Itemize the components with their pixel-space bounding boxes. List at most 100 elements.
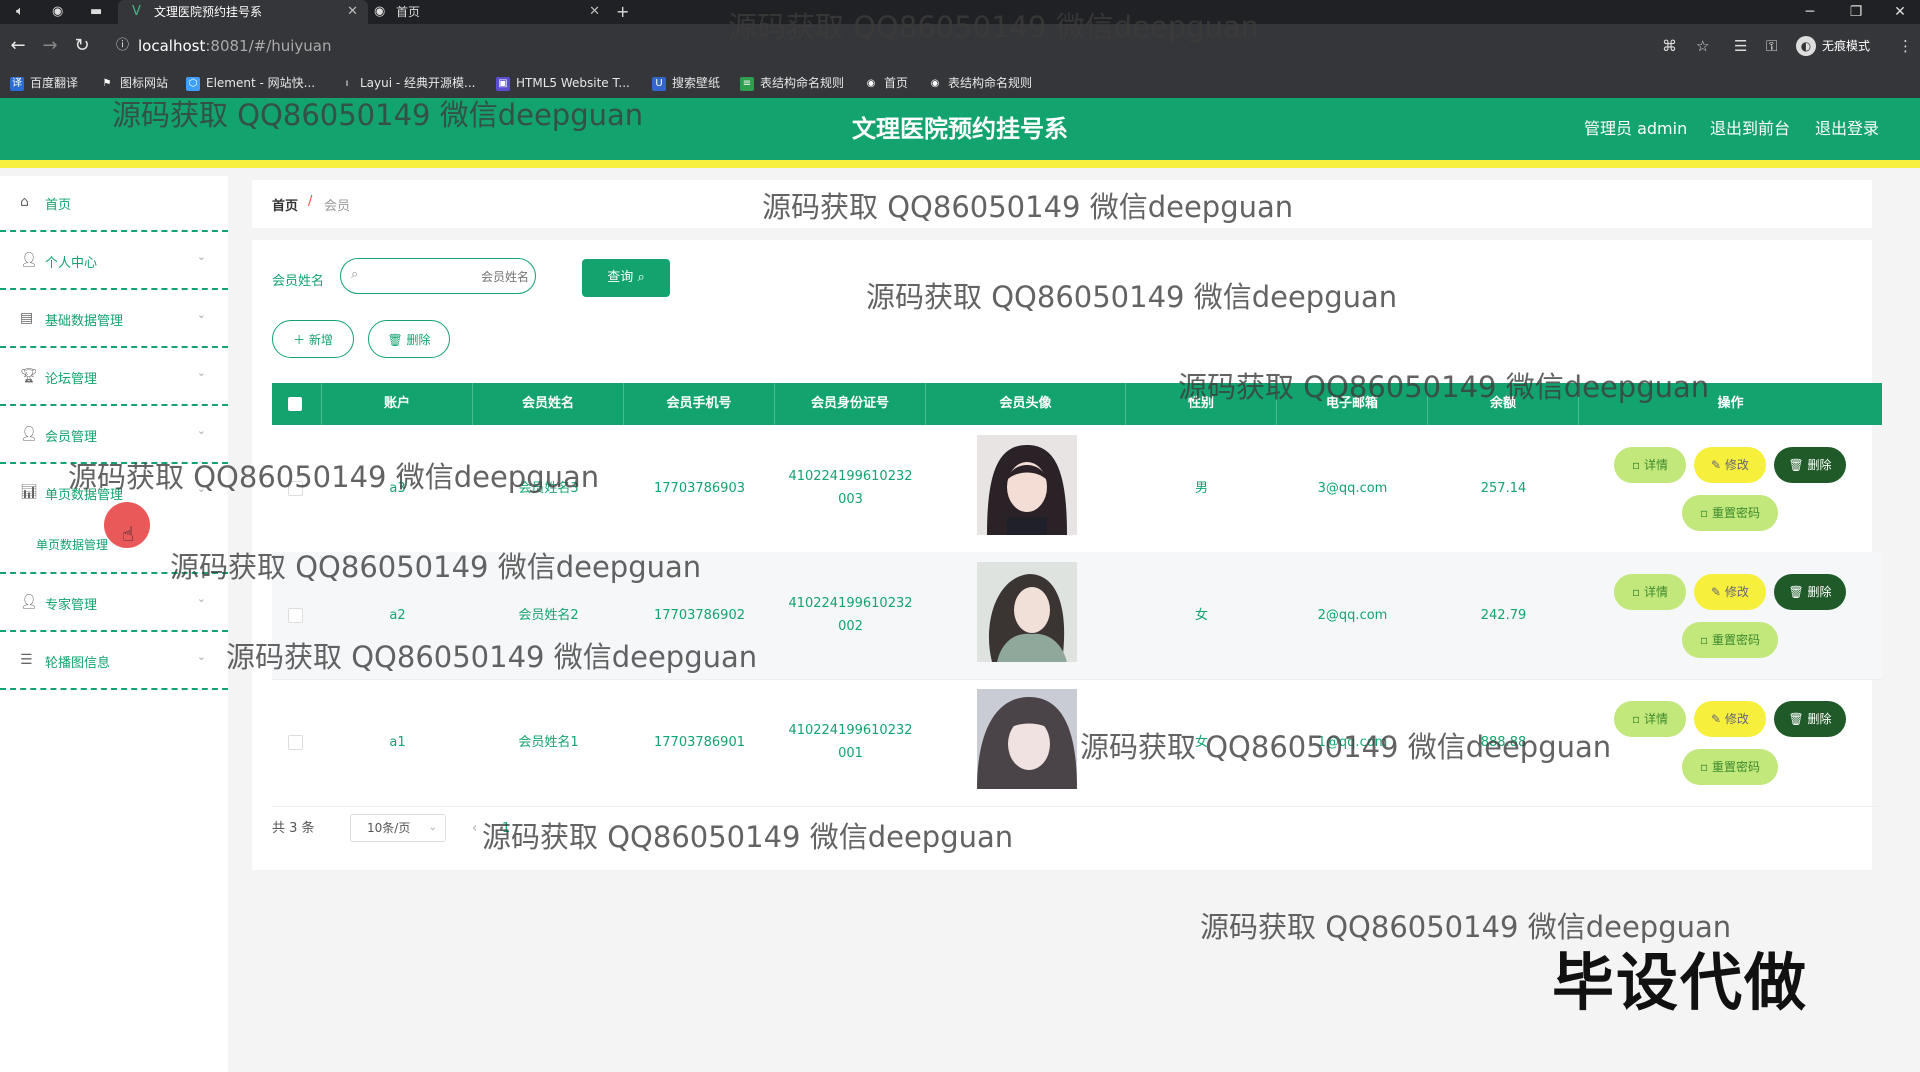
query-button[interactable]: 查询 ⌕ <box>582 259 670 297</box>
detail-button[interactable]: ▫ 详情 <box>1614 447 1686 483</box>
sidebar-item-personal[interactable]: 👤︎ 个人中心 ⌄ <box>0 234 228 290</box>
reload-icon[interactable]: ↻ <box>68 24 96 68</box>
delete-button[interactable]: 🗑︎ 删除 <box>1774 701 1846 737</box>
add-button[interactable]: ＋ 新增 <box>272 320 354 358</box>
star-icon[interactable]: ☆ <box>1696 24 1709 68</box>
translate-icon[interactable]: ⌘ <box>1662 24 1677 68</box>
forward-icon[interactable]: → <box>36 24 64 68</box>
list-icon: ☰ <box>20 652 33 668</box>
chevron-down-icon: ⌄ <box>428 822 437 833</box>
delete-button[interactable]: 🗑︎ 删除 <box>1774 574 1846 610</box>
sidebar-item-label: 个人中心 <box>45 256 98 271</box>
sidebar-item-label: 专家管理 <box>45 598 98 613</box>
column-header[interactable]: 会员姓名 <box>473 383 624 425</box>
globe-icon[interactable]: ◉ <box>52 0 63 24</box>
edit-button[interactable]: ✎ 修改 <box>1694 574 1766 610</box>
minimize-icon[interactable]: ─ <box>1788 0 1832 24</box>
tab-active[interactable]: V 文理医院预约挂号系 ✕ <box>118 0 368 24</box>
chevron-down-icon: ⌄ <box>196 592 206 605</box>
cell-account: a1 <box>389 735 406 750</box>
sidebar-item-label: 轮播图信息 <box>45 656 111 671</box>
batch-delete-button[interactable]: 🗑︎ 删除 <box>368 320 450 358</box>
column-header[interactable]: 账户 <box>322 383 473 425</box>
page-size-select[interactable]: 10条/页 ⌄ <box>350 814 446 842</box>
bookmark-item[interactable]: ≡ 表结构命名规则 <box>740 68 844 98</box>
select-all-checkbox[interactable] <box>288 397 302 411</box>
detail-button[interactable]: ▫ 详情 <box>1614 574 1686 610</box>
breadcrumb-separator: / <box>308 194 313 209</box>
new-tab-icon[interactable]: + <box>616 0 629 24</box>
cell-id-number: 410224199610232 002 <box>788 596 913 634</box>
key-icon[interactable]: ⚿ <box>1766 24 1777 68</box>
chevron-down-icon: ⌄ <box>196 424 206 437</box>
sidebar-item-label: 会员管理 <box>45 430 98 445</box>
cell-gender: 男 <box>1194 481 1208 496</box>
cell-balance: 242.79 <box>1480 608 1527 623</box>
bookmark-item[interactable]: U 搜索壁纸 <box>652 68 720 98</box>
search-icon: ⌕ <box>637 270 645 285</box>
row-checkbox[interactable] <box>288 608 303 623</box>
table-row: a1 会员姓名1 17703786901 410224199610232 001 … <box>272 679 1882 807</box>
sidebar-item-basic-data[interactable]: ▤ 基础数据管理 ⌄ <box>0 292 228 348</box>
tab-home[interactable]: ◉ 首页 ✕ <box>360 0 610 24</box>
bookmark-item[interactable]: ◉ 首页 <box>864 68 908 98</box>
search-icon: ⌕ <box>351 267 359 282</box>
edit-button[interactable]: ✎ 修改 <box>1694 701 1766 737</box>
back-icon[interactable]: ← <box>4 24 32 68</box>
search-input[interactable] <box>371 265 531 289</box>
breadcrumb-home[interactable]: 首页 <box>272 195 298 214</box>
reset-password-button[interactable]: ▫ 重置密码 <box>1682 495 1778 531</box>
cell-id-number: 410224199610232 003 <box>788 469 913 507</box>
menu-kebab-icon[interactable]: ⋮ <box>1898 24 1913 68</box>
column-header[interactable]: 会员手机号 <box>624 383 775 425</box>
watermark-text: 源码获取 QQ86050149 微信deepguan <box>728 10 1260 44</box>
cell-balance: 257.14 <box>1480 481 1527 496</box>
element-logo-icon: ⬡ <box>186 76 200 91</box>
search-field[interactable]: ⌕ <box>340 258 536 294</box>
reset-password-button[interactable]: ▫ 重置密码 <box>1682 622 1778 658</box>
column-header[interactable]: 会员头像 <box>926 383 1126 425</box>
back-to-front-link[interactable]: 退出到前台 <box>1710 98 1790 160</box>
chevron-down-icon: ⌄ <box>196 366 206 379</box>
watermark-text: 源码获取 QQ86050149 微信deepguan <box>1080 730 1612 764</box>
speaker-icon[interactable]: 🔈︎ <box>16 0 24 24</box>
sidebar-item-label: 论坛管理 <box>45 372 98 387</box>
watermark-text: 源码获取 QQ86050149 微信deepguan <box>866 280 1398 314</box>
globe-icon: ◉ <box>930 77 940 89</box>
member-avatar <box>977 435 1077 535</box>
sidebar-item-forum[interactable]: 🏆︎ 论坛管理 ⌄ <box>0 350 228 406</box>
column-header[interactable]: 会员身份证号 <box>775 383 926 425</box>
pagination-total: 共 3 条 <box>272 821 315 836</box>
chevron-down-icon: ⌄ <box>196 650 206 663</box>
layui-logo-icon: ı <box>345 77 349 89</box>
prev-page-icon[interactable]: ‹ <box>472 814 477 844</box>
detail-button[interactable]: ▫ 详情 <box>1614 701 1686 737</box>
restore-icon[interactable]: ❐ <box>1834 0 1878 24</box>
cell-email: 2@qq.com <box>1317 608 1388 623</box>
delete-button[interactable]: 🗑︎ 删除 <box>1774 447 1846 483</box>
row-checkbox[interactable] <box>288 735 303 750</box>
reset-password-button[interactable]: ▫ 重置密码 <box>1682 749 1778 785</box>
logout-link[interactable]: 退出登录 <box>1815 98 1879 160</box>
html5-icon: ▣ <box>496 76 510 91</box>
bookmark-item[interactable]: ◉ 表结构命名规则 <box>928 68 1032 98</box>
breadcrumb-current: 会员 <box>324 199 351 214</box>
sidebar-item-label: 基础数据管理 <box>45 314 124 329</box>
watermark-text: 源码获取 QQ86050149 微信deepguan <box>1178 370 1710 404</box>
incognito-profile[interactable]: ◐ 无痕模式 <box>1796 36 1870 56</box>
sidebar-item-home[interactable]: ⌂ 首页 <box>0 176 228 232</box>
close-icon[interactable]: ✕ <box>347 0 358 24</box>
edit-button[interactable]: ✎ 修改 <box>1694 447 1766 483</box>
globe-icon: ◉ <box>374 4 386 19</box>
sidebar-item-carousel[interactable]: ☰ 轮播图信息 ⌄ <box>0 634 228 690</box>
plus-icon: ＋ <box>293 333 306 347</box>
submenu-single-page-data[interactable]: 单页数据管理 <box>36 536 108 553</box>
tab-strip-icon[interactable]: ▬ <box>90 0 102 24</box>
close-window-icon[interactable]: ✕ <box>1878 0 1920 24</box>
close-icon[interactable]: ✕ <box>589 0 600 24</box>
home-icon: ⌂ <box>20 194 29 210</box>
clipboard-icon: ▤ <box>20 310 34 326</box>
info-icon[interactable]: ⓘ <box>116 31 129 61</box>
bookmark-item[interactable]: 译百度翻译 <box>10 68 78 98</box>
reading-list-icon[interactable]: ☰ <box>1734 24 1747 68</box>
